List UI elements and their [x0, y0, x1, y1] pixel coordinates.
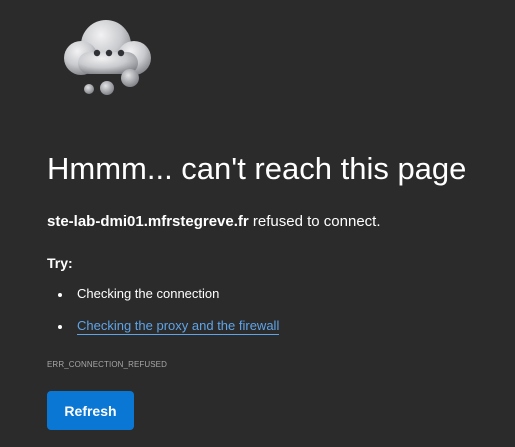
proxy-firewall-link[interactable]: Checking the proxy and the firewall: [77, 318, 280, 335]
dot-mark: [105, 49, 113, 57]
cloud-icon: [56, 12, 166, 98]
host-name: ste-lab-dmi01.mfrstegreve.fr: [47, 213, 249, 230]
dot-mark: [117, 49, 125, 57]
bullet-icon: [58, 325, 62, 329]
dot-mark: [93, 49, 101, 57]
page-title: Hmmm... can't reach this page: [47, 151, 467, 186]
error-message: ste-lab-dmi01.mfrstegreve.fr refused to …: [47, 212, 381, 232]
error-message-suffix: refused to connect.: [248, 213, 381, 230]
error-code: ERR_CONNECTION_REFUSED: [47, 360, 167, 369]
suggestion-check-connection: Checking the connection: [47, 284, 279, 304]
bullet-icon: [58, 293, 62, 297]
suggestion-list: Checking the connection Checking the pro…: [47, 284, 280, 336]
suggestion-check-proxy: Checking the proxy and the firewall: [47, 316, 280, 336]
refresh-button[interactable]: Refresh: [47, 391, 134, 430]
suggestion-label: Checking the connection: [77, 286, 220, 301]
try-heading: Try:: [47, 255, 73, 271]
